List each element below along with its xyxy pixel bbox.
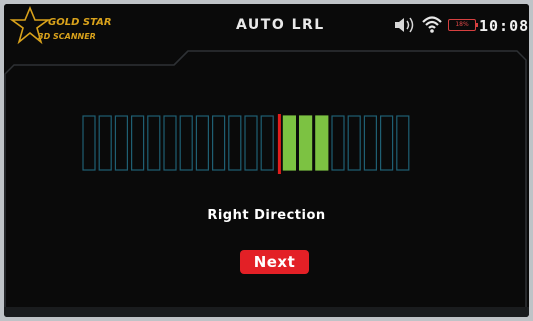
- center-marker: [277, 114, 281, 174]
- meter-segment: [195, 115, 209, 171]
- meter-segment: [179, 115, 193, 171]
- meter-segment: [98, 115, 112, 171]
- meter-segment: [114, 115, 129, 171]
- meter-segment: [396, 115, 410, 171]
- meter-segment-active: [299, 115, 313, 171]
- meter-segment: [331, 115, 345, 171]
- bottom-bar: [4, 307, 529, 317]
- meter-segment: [130, 115, 145, 171]
- meter-segment: [260, 115, 274, 171]
- meter-segment: [228, 115, 242, 171]
- direction-label: Right Direction: [207, 208, 326, 223]
- meter-segment-active: [315, 115, 329, 171]
- meter-segment: [212, 115, 226, 171]
- next-button[interactable]: Next: [240, 250, 309, 274]
- meter-segment: [147, 115, 161, 171]
- meter-segment: [347, 115, 361, 171]
- meter-segment: [363, 115, 377, 171]
- meter-segment: [82, 115, 96, 171]
- meter-segment: [380, 115, 394, 171]
- meter-segment: [163, 115, 177, 171]
- meter-segment: [244, 115, 258, 171]
- device-screen: GOLD STAR 3D SCANNER AUTO LRL 18% 10:08 …: [4, 4, 529, 317]
- meter-segment-active: [282, 115, 296, 171]
